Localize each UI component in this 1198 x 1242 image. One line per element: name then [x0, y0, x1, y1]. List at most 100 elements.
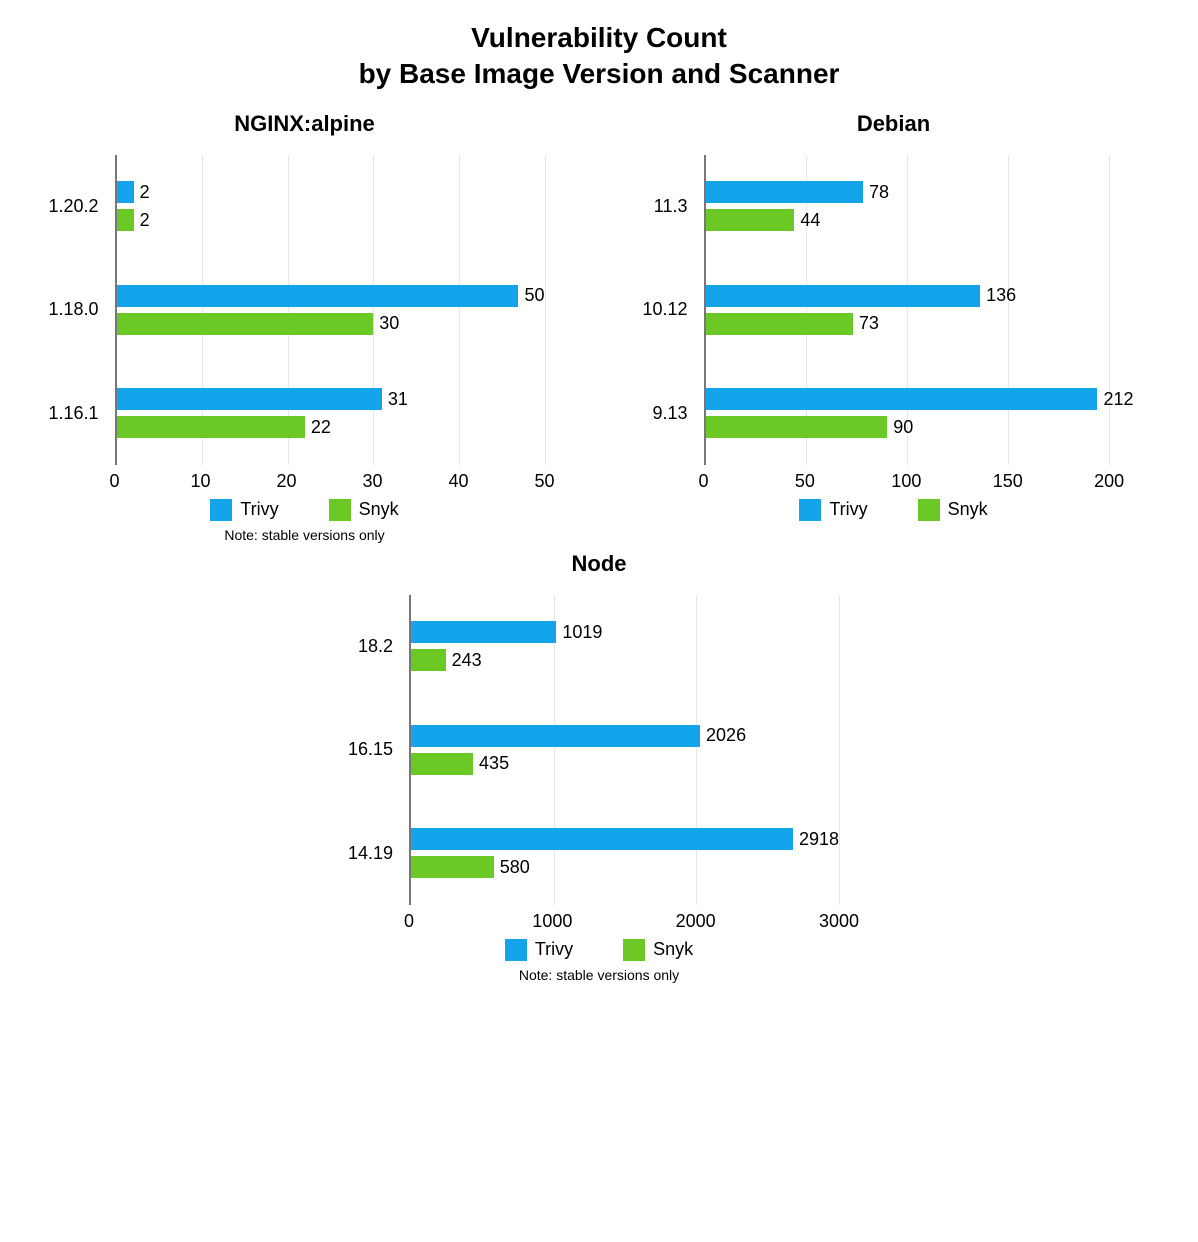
bar-value-label: 435	[479, 753, 509, 774]
x-tick-label: 50	[795, 471, 815, 492]
chart-note: Note: stable versions only	[224, 527, 384, 543]
chart-subtitle: Node	[572, 551, 627, 577]
x-tick-label: 40	[448, 471, 468, 492]
legend-label: Snyk	[948, 499, 988, 520]
y-category-label: 16.15	[329, 739, 401, 760]
chart-main-title: Vulnerability Count by Base Image Versio…	[20, 20, 1178, 93]
bar-row: 2	[117, 209, 545, 231]
bar-snyk	[411, 856, 494, 878]
chart-grid: 78441367321290	[704, 155, 1134, 465]
x-tick-label: 30	[362, 471, 382, 492]
bar-group: 212 90	[706, 361, 1134, 464]
legend-swatch	[505, 939, 527, 961]
bar-row: 22	[117, 416, 545, 438]
y-axis-categories: 1.20.2 1.18.0 1.16.1	[35, 155, 107, 465]
bar-value-label: 2	[140, 182, 150, 203]
bar-value-label: 212	[1103, 389, 1133, 410]
grid-line	[839, 595, 840, 905]
legend-label: Snyk	[653, 939, 693, 960]
bar-value-label: 2026	[706, 725, 746, 746]
bar-snyk	[706, 416, 888, 438]
bar-value-label: 30	[379, 313, 399, 334]
legend-item-trivy: Trivy	[505, 939, 573, 961]
chart-legend: Trivy Snyk	[505, 939, 693, 961]
bar-group: 31 22	[117, 361, 545, 464]
bar-row: 212	[706, 388, 1134, 410]
bar-value-label: 136	[986, 285, 1016, 306]
bar-snyk	[117, 313, 374, 335]
bar-row: 1019	[411, 621, 839, 643]
x-tick-label: 0	[698, 471, 708, 492]
bar-row: 50	[117, 285, 545, 307]
chart-note: Note: stable versions only	[519, 967, 679, 983]
chart-subtitle: Debian	[857, 111, 930, 137]
title-line-1: Vulnerability Count	[471, 22, 727, 53]
legend-swatch	[210, 499, 232, 521]
bar-trivy	[117, 285, 519, 307]
y-category-label: 1.16.1	[35, 403, 107, 424]
bar-value-label: 22	[311, 417, 331, 438]
y-category-label: 18.2	[329, 636, 401, 657]
bar-trivy	[706, 388, 1098, 410]
chart-debian: Debian11.310.129.13784413673212900501001…	[609, 103, 1178, 543]
bar-row: 30	[117, 313, 545, 335]
bar-value-label: 50	[524, 285, 544, 306]
y-category-label: 1.18.0	[35, 299, 107, 320]
bar-trivy	[411, 725, 700, 747]
bar-row: 243	[411, 649, 839, 671]
x-tick-label: 100	[891, 471, 921, 492]
bar-group: 50 30	[117, 258, 545, 361]
bar-row: 31	[117, 388, 545, 410]
bar-row: 73	[706, 313, 1134, 335]
bar-snyk	[706, 209, 795, 231]
x-tick-label: 150	[993, 471, 1023, 492]
x-axis-ticks: 0100020003000	[409, 909, 839, 935]
chart-grid: 1019 243 2026 435 2918580	[409, 595, 839, 905]
legend-label: Trivy	[240, 499, 278, 520]
bar-value-label: 31	[388, 389, 408, 410]
bar-row: 580	[411, 856, 839, 878]
bar-trivy	[117, 181, 134, 203]
y-category-label: 9.13	[624, 403, 696, 424]
bar-group: 2026 435	[411, 698, 839, 801]
bar-value-label: 78	[869, 182, 889, 203]
bar-value-label: 243	[452, 650, 482, 671]
bar-group: 22	[117, 155, 545, 258]
x-tick-label: 2000	[676, 911, 716, 932]
bar-value-label: 44	[800, 210, 820, 231]
chart-subtitle: NGINX:alpine	[234, 111, 375, 137]
bar-value-label: 90	[893, 417, 913, 438]
bar-row: 44	[706, 209, 1134, 231]
title-line-2: by Base Image Version and Scanner	[359, 58, 840, 89]
bar-group: 13673	[706, 258, 1134, 361]
legend-item-trivy: Trivy	[210, 499, 278, 521]
bar-snyk	[411, 753, 473, 775]
bar-snyk	[411, 649, 446, 671]
grid-line	[545, 155, 546, 465]
x-tick-label: 20	[276, 471, 296, 492]
bar-group: 2918580	[411, 801, 839, 904]
legend-item-snyk: Snyk	[329, 499, 399, 521]
bar-group: 1019 243	[411, 595, 839, 698]
x-axis-ticks: 050100150200	[704, 469, 1134, 495]
y-axis-categories: 11.310.129.13	[624, 155, 696, 465]
legend-item-trivy: Trivy	[799, 499, 867, 521]
bar-row: 2	[117, 181, 545, 203]
plot-area: 18.2 16.15 14.19 1019 243 2026 435 2918580 01000…	[329, 585, 869, 935]
bar-row: 78	[706, 181, 1134, 203]
bar-value-label: 2	[140, 210, 150, 231]
y-category-label: 14.19	[329, 843, 401, 864]
bar-row: 435	[411, 753, 839, 775]
bar-trivy	[411, 621, 556, 643]
legend-swatch	[623, 939, 645, 961]
x-axis-ticks: 01020304050	[115, 469, 545, 495]
chart-node: Node 18.2 16.15 14.19 1019 243 2026 435 2918580 0…	[299, 543, 899, 983]
legend-swatch	[918, 499, 940, 521]
bar-trivy	[411, 828, 793, 850]
bar-value-label: 1019	[562, 622, 602, 643]
y-category-label: 1.20.2	[35, 196, 107, 217]
bar-row: 2026	[411, 725, 839, 747]
legend-label: Snyk	[359, 499, 399, 520]
charts-row-bottom: Node 18.2 16.15 14.19 1019 243 2026 435 2918580 0…	[20, 543, 1178, 983]
bar-trivy	[706, 181, 863, 203]
